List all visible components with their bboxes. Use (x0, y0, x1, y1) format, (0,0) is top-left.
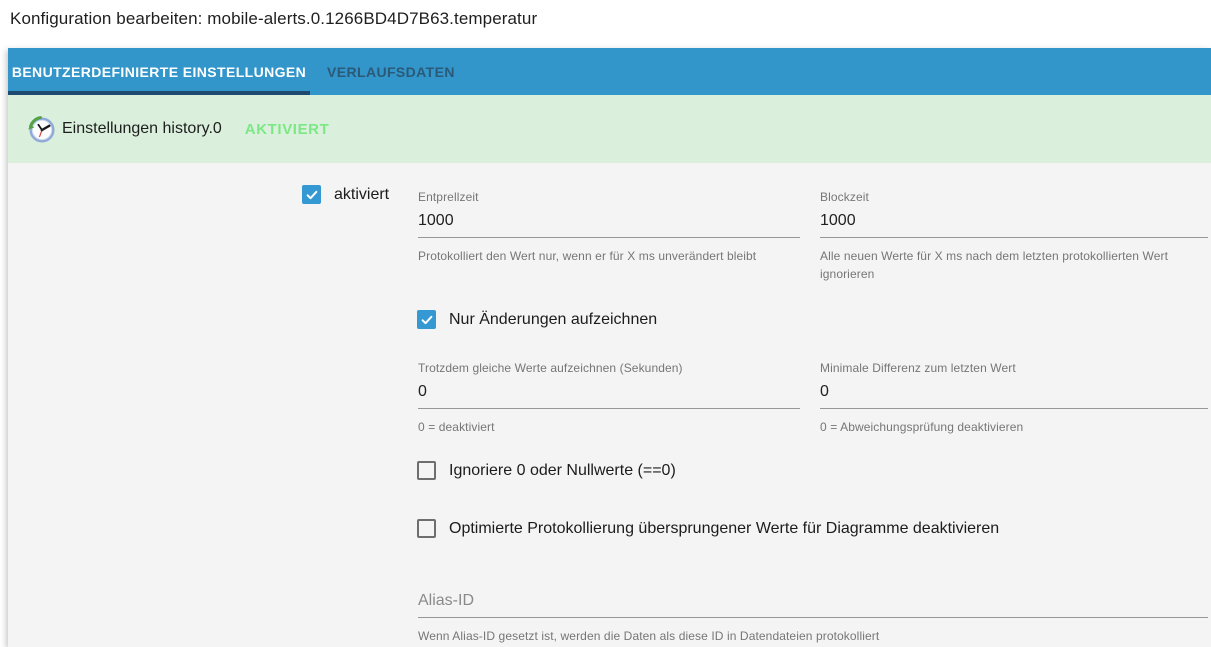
check-icon (421, 315, 432, 324)
changes-only-checkbox-row[interactable]: Nur Änderungen aufzeichnen (417, 310, 657, 329)
disable-optimized-logging-checkbox-row[interactable]: Optimierte Protokollierung übersprungene… (417, 519, 999, 538)
ignore-zero-checkbox[interactable] (417, 461, 436, 480)
config-dialog: BENUTZERDEFINIERTE EINSTELLUNGEN VERLAUF… (8, 48, 1211, 647)
min-difference-helper: 0 = Abweichungsprüfung deaktivieren (820, 420, 1024, 434)
alias-id-helper: Wenn Alias-ID gesetzt ist, werden die Da… (418, 629, 880, 643)
debounce-field: Entprellzeit Protokolliert den Wert nur,… (418, 190, 800, 265)
settings-form: aktiviert Entprellzeit Protokolliert den… (8, 163, 1211, 647)
min-difference-label: Minimale Differenz zum letzten Wert (820, 361, 1016, 375)
ignore-zero-checkbox-row[interactable]: Ignoriere 0 oder Nullwerte (==0) (417, 461, 676, 480)
enabled-checkbox-row[interactable]: aktiviert (302, 185, 389, 204)
min-difference-input[interactable] (820, 383, 1208, 409)
history-clock-icon (28, 116, 55, 143)
blocktime-field: Blockzeit Alle neuen Werte für X ms nach… (820, 190, 1208, 283)
blocktime-helper: Alle neuen Werte für X ms nach dem letzt… (820, 249, 1169, 281)
adapter-banner: Einstellungen history.0 AKTIVIERT (8, 95, 1211, 163)
blocktime-input[interactable] (820, 212, 1208, 238)
debounce-helper: Protokolliert den Wert nur, wenn er für … (418, 249, 757, 263)
tab-bar: BENUTZERDEFINIERTE EINSTELLUNGEN VERLAUF… (8, 48, 1211, 95)
tab-custom-settings[interactable]: BENUTZERDEFINIERTE EINSTELLUNGEN (8, 48, 310, 95)
enabled-checkbox-label: aktiviert (334, 185, 390, 203)
log-same-interval-field: Trotzdem gleiche Werte aufzeichnen (Seku… (418, 361, 800, 436)
tab-history-data[interactable]: VERLAUFSDATEN (310, 48, 479, 95)
enabled-checkbox[interactable] (302, 185, 321, 204)
changes-only-checkbox[interactable] (417, 310, 436, 329)
debounce-label: Entprellzeit (418, 190, 479, 204)
blocktime-label: Blockzeit (820, 190, 869, 204)
log-same-interval-input[interactable] (418, 383, 800, 409)
changes-only-checkbox-label: Nur Änderungen aufzeichnen (449, 310, 658, 328)
adapter-settings-title: Einstellungen history.0 (62, 120, 222, 137)
check-icon (306, 190, 317, 199)
status-badge: AKTIVIERT (244, 120, 330, 138)
log-same-interval-helper: 0 = deaktiviert (418, 420, 495, 434)
debounce-input[interactable] (418, 212, 800, 238)
log-same-interval-label: Trotzdem gleiche Werte aufzeichnen (Seku… (418, 361, 683, 375)
alias-id-field: Wenn Alias-ID gesetzt ist, werden die Da… (418, 592, 1208, 645)
tab-history-data-label: VERLAUFSDATEN (327, 63, 455, 80)
ignore-zero-checkbox-label: Ignoriere 0 oder Nullwerte (==0) (449, 461, 676, 479)
alias-id-input[interactable] (418, 592, 1208, 618)
page-title: Konfiguration bearbeiten: mobile-alerts.… (10, 9, 538, 28)
disable-optimized-logging-checkbox-label: Optimierte Protokollierung übersprungene… (449, 519, 1000, 537)
min-difference-field: Minimale Differenz zum letzten Wert 0 = … (820, 361, 1208, 436)
disable-optimized-logging-checkbox[interactable] (417, 519, 436, 538)
tab-custom-settings-label: BENUTZERDEFINIERTE EINSTELLUNGEN (11, 63, 307, 80)
